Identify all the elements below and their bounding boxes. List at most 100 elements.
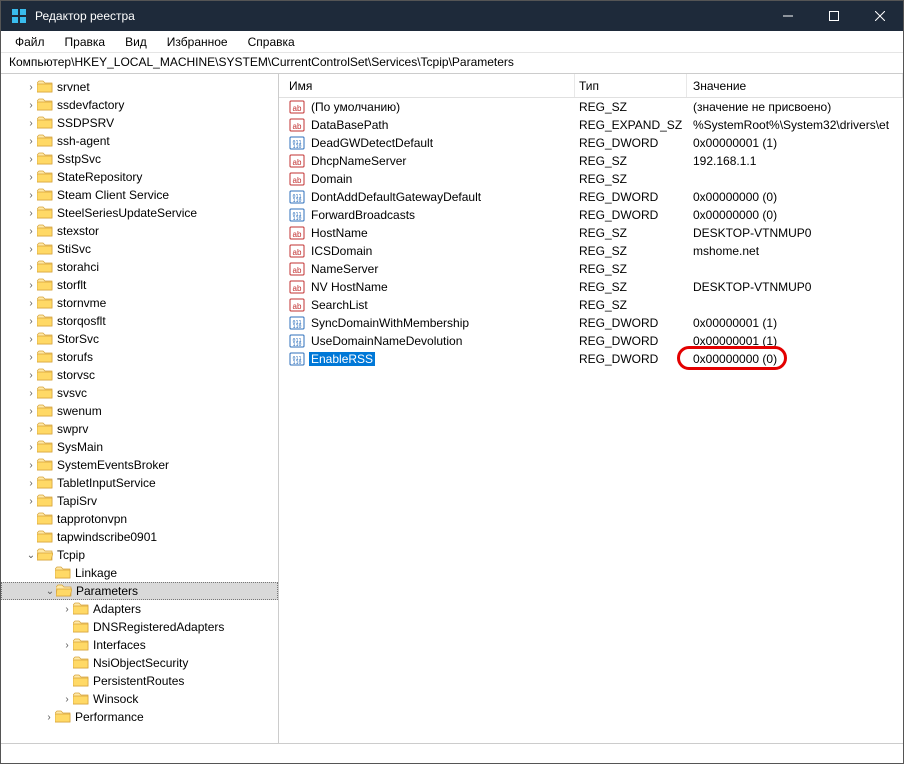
chevron-right-icon[interactable]: › [25,496,37,507]
tree-item[interactable]: ›swenum [1,402,278,420]
menu-help[interactable]: Справка [240,33,303,51]
tree-item[interactable]: ⌄Tcpip [1,546,278,564]
chevron-right-icon[interactable]: › [25,100,37,111]
chevron-right-icon[interactable]: › [25,226,37,237]
close-button[interactable] [857,1,903,31]
tree-item[interactable]: ›Performance [1,708,278,726]
tree-item[interactable]: ›tapwindscribe0901 [1,528,278,546]
list-row[interactable]: abICSDomainREG_SZmshome.net [279,242,903,260]
chevron-right-icon[interactable]: › [25,136,37,147]
tree-item[interactable]: ›SysMain [1,438,278,456]
chevron-right-icon[interactable]: › [25,334,37,345]
menu-file[interactable]: Файл [7,33,53,51]
address-bar[interactable]: Компьютер\HKEY_LOCAL_MACHINE\SYSTEM\Curr… [1,53,903,73]
tree-item[interactable]: ›stexstor [1,222,278,240]
minimize-button[interactable] [765,1,811,31]
chevron-right-icon[interactable]: › [43,712,55,723]
tree-item[interactable]: ›SystemEventsBroker [1,456,278,474]
col-header-value[interactable]: Значение [687,74,903,97]
tree-item[interactable]: ›stornvme [1,294,278,312]
chevron-right-icon[interactable]: › [25,388,37,399]
title-bar[interactable]: Редактор реестра [1,1,903,31]
chevron-right-icon[interactable]: › [25,298,37,309]
chevron-right-icon[interactable]: › [25,424,37,435]
tree-item[interactable]: ›swprv [1,420,278,438]
tree-pane[interactable]: ›srvnet›ssdevfactory›SSDPSRV›ssh-agent›S… [1,74,279,743]
tree-item[interactable]: ›Steam Client Service [1,186,278,204]
list-row[interactable]: abHostNameREG_SZDESKTOP-VTNMUP0 [279,224,903,242]
tree-item[interactable]: ›storflt [1,276,278,294]
list-row[interactable]: abDataBasePathREG_EXPAND_SZ%SystemRoot%\… [279,116,903,134]
menu-view[interactable]: Вид [117,33,155,51]
list-row[interactable]: abNameServerREG_SZ [279,260,903,278]
list-row[interactable]: 011110EnableRSSREG_DWORD0x00000000 (0) [279,350,903,368]
tree-item[interactable]: ›svsvc [1,384,278,402]
tree-item[interactable]: ›srvnet [1,78,278,96]
tree-item[interactable]: ›SSDPSRV [1,114,278,132]
list-row[interactable]: abDhcpNameServerREG_SZ192.168.1.1 [279,152,903,170]
tree-item[interactable]: ›storvsc [1,366,278,384]
value-name: SyncDomainWithMembership [309,316,471,330]
chevron-right-icon[interactable]: › [25,406,37,417]
chevron-right-icon[interactable]: › [25,370,37,381]
chevron-down-icon[interactable]: ⌄ [44,586,56,597]
tree-item[interactable]: ›DNSRegisteredAdapters [1,618,278,636]
chevron-right-icon[interactable]: › [25,172,37,183]
list-row[interactable]: abSearchListREG_SZ [279,296,903,314]
value-type: REG_SZ [575,280,687,294]
list-row[interactable]: ab(По умолчанию)REG_SZ(значение не присв… [279,98,903,116]
value-type: REG_SZ [575,172,687,186]
col-header-name[interactable]: Имя [279,74,575,97]
chevron-right-icon[interactable]: › [25,442,37,453]
col-header-type[interactable]: Тип [575,74,687,97]
chevron-right-icon[interactable]: › [61,640,73,651]
tree-item[interactable]: ›TabletInputService [1,474,278,492]
tree-item[interactable]: ›Linkage [1,564,278,582]
chevron-right-icon[interactable]: › [25,262,37,273]
tree-item[interactable]: ›StorSvc [1,330,278,348]
tree-item[interactable]: ›Adapters [1,600,278,618]
tree-item[interactable]: ›tapprotonvpn [1,510,278,528]
chevron-right-icon[interactable]: › [25,208,37,219]
tree-item[interactable]: ›Interfaces [1,636,278,654]
chevron-right-icon[interactable]: › [25,244,37,255]
chevron-right-icon[interactable]: › [25,82,37,93]
tree-item[interactable]: ›PersistentRoutes [1,672,278,690]
tree-item[interactable]: ⌄Parameters [1,582,278,600]
list-row[interactable]: 011110DontAddDefaultGatewayDefaultREG_DW… [279,188,903,206]
value-name: EnableRSS [309,352,375,366]
chevron-right-icon[interactable]: › [25,280,37,291]
tree-item[interactable]: ›StateRepository [1,168,278,186]
chevron-right-icon[interactable]: › [61,604,73,615]
tree-item[interactable]: ›storufs [1,348,278,366]
value-list-pane[interactable]: Имя Тип Значение ab(По умолчанию)REG_SZ(… [279,74,903,743]
list-row[interactable]: 011110SyncDomainWithMembershipREG_DWORD0… [279,314,903,332]
chevron-right-icon[interactable]: › [25,316,37,327]
tree-item[interactable]: ›TapiSrv [1,492,278,510]
chevron-right-icon[interactable]: › [25,352,37,363]
list-row[interactable]: 011110UseDomainNameDevolutionREG_DWORD0x… [279,332,903,350]
list-row[interactable]: abNV HostNameREG_SZDESKTOP-VTNMUP0 [279,278,903,296]
chevron-right-icon[interactable]: › [25,460,37,471]
tree-item[interactable]: ›SstpSvc [1,150,278,168]
tree-item[interactable]: ›storahci [1,258,278,276]
chevron-right-icon[interactable]: › [25,154,37,165]
menu-favorites[interactable]: Избранное [159,33,236,51]
list-row[interactable]: 011110DeadGWDetectDefaultREG_DWORD0x0000… [279,134,903,152]
tree-item[interactable]: ›NsiObjectSecurity [1,654,278,672]
list-row[interactable]: abDomainREG_SZ [279,170,903,188]
chevron-down-icon[interactable]: ⌄ [25,550,37,561]
chevron-right-icon[interactable]: › [25,478,37,489]
tree-item[interactable]: ›ssh-agent [1,132,278,150]
tree-item[interactable]: ›storqosflt [1,312,278,330]
maximize-button[interactable] [811,1,857,31]
tree-item[interactable]: ›Winsock [1,690,278,708]
chevron-right-icon[interactable]: › [61,694,73,705]
list-row[interactable]: 011110ForwardBroadcastsREG_DWORD0x000000… [279,206,903,224]
chevron-right-icon[interactable]: › [25,118,37,129]
chevron-right-icon[interactable]: › [25,190,37,201]
menu-edit[interactable]: Правка [57,33,114,51]
tree-item[interactable]: ›ssdevfactory [1,96,278,114]
tree-item[interactable]: ›SteelSeriesUpdateService [1,204,278,222]
tree-item[interactable]: ›StiSvc [1,240,278,258]
